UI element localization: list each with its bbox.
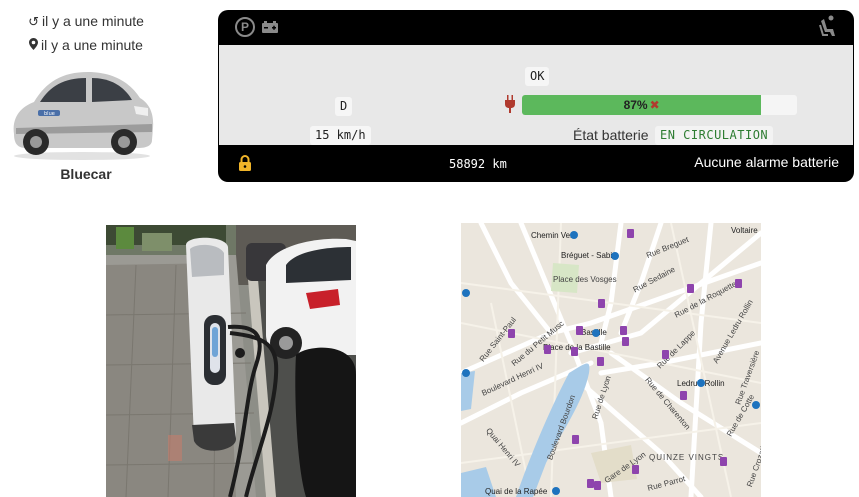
map-markers bbox=[462, 229, 760, 495]
station-marker bbox=[597, 357, 604, 366]
battery-mark: ✖ bbox=[649, 98, 660, 112]
metro-marker bbox=[462, 369, 470, 377]
car-image: blue bbox=[13, 72, 154, 160]
station-marker bbox=[735, 279, 742, 288]
status-ok: OK bbox=[525, 67, 550, 86]
metro-marker bbox=[552, 487, 560, 495]
station-marker bbox=[627, 229, 634, 238]
plug-icon bbox=[505, 95, 515, 113]
metro-marker bbox=[611, 252, 619, 260]
metro-marker bbox=[462, 289, 470, 297]
station-marker bbox=[622, 337, 629, 346]
mileage: 58892 km bbox=[449, 157, 507, 171]
car-battery-icon bbox=[262, 21, 278, 33]
metro-marker bbox=[592, 329, 600, 337]
station-marker bbox=[594, 481, 601, 490]
alarm-status: Aucune alarme batterie bbox=[694, 154, 839, 170]
lock-icon bbox=[239, 155, 251, 171]
gear-indicator: D bbox=[335, 97, 353, 116]
last-update-text: il y a une minute bbox=[41, 13, 144, 29]
station-marker bbox=[571, 347, 578, 356]
location-map: Chemin Vert Rue Breguet Voltaire Bréguet… bbox=[461, 223, 761, 497]
dashboard-bottom-bar: 58892 km Aucune alarme batterie bbox=[218, 146, 854, 182]
station-marker bbox=[687, 284, 694, 293]
last-position: il y a une minute bbox=[0, 37, 172, 53]
map-marker-icon bbox=[29, 38, 39, 53]
seat-icon bbox=[819, 15, 835, 36]
station-marker bbox=[680, 391, 687, 400]
history-icon: ↺ bbox=[28, 14, 39, 29]
battery-state: EN CIRCULATION bbox=[655, 126, 774, 145]
battery-progress: 87% ✖ bbox=[522, 95, 797, 115]
station-marker bbox=[576, 326, 583, 335]
dashboard-panel: P OK D 15 km/h 87% ✖ État batterie EN CIR… bbox=[218, 10, 854, 182]
station-marker bbox=[598, 299, 605, 308]
station-marker bbox=[508, 329, 515, 338]
parking-icon: P bbox=[235, 17, 255, 37]
battery-state-label: État batterie bbox=[573, 127, 649, 143]
station-marker bbox=[620, 326, 627, 335]
metro-marker bbox=[752, 401, 760, 409]
last-update: ↺ il y a une minute bbox=[0, 13, 172, 30]
charging-station-photo bbox=[106, 225, 356, 497]
vehicle-summary: ↺ il y a une minute il y a une minute blu… bbox=[0, 0, 172, 190]
station-marker bbox=[662, 350, 669, 359]
station-marker bbox=[720, 457, 727, 466]
station-marker bbox=[632, 465, 639, 474]
metro-marker bbox=[570, 231, 578, 239]
svg-text:blue: blue bbox=[44, 111, 55, 117]
last-position-text: il y a une minute bbox=[41, 37, 143, 53]
car-name: Bluecar bbox=[60, 166, 112, 182]
station-marker bbox=[587, 479, 594, 488]
battery-percent: 87% bbox=[623, 98, 648, 112]
dashboard-top-bar: P bbox=[218, 10, 854, 44]
metro-marker bbox=[697, 379, 705, 387]
speed-indicator: 15 km/h bbox=[310, 126, 371, 145]
station-marker bbox=[572, 435, 579, 444]
station-marker bbox=[544, 345, 551, 354]
battery-progress-label: 87% ✖ bbox=[522, 95, 761, 115]
dashboard-status-area: OK D 15 km/h 87% ✖ État batterie EN CIRCU… bbox=[219, 45, 853, 145]
